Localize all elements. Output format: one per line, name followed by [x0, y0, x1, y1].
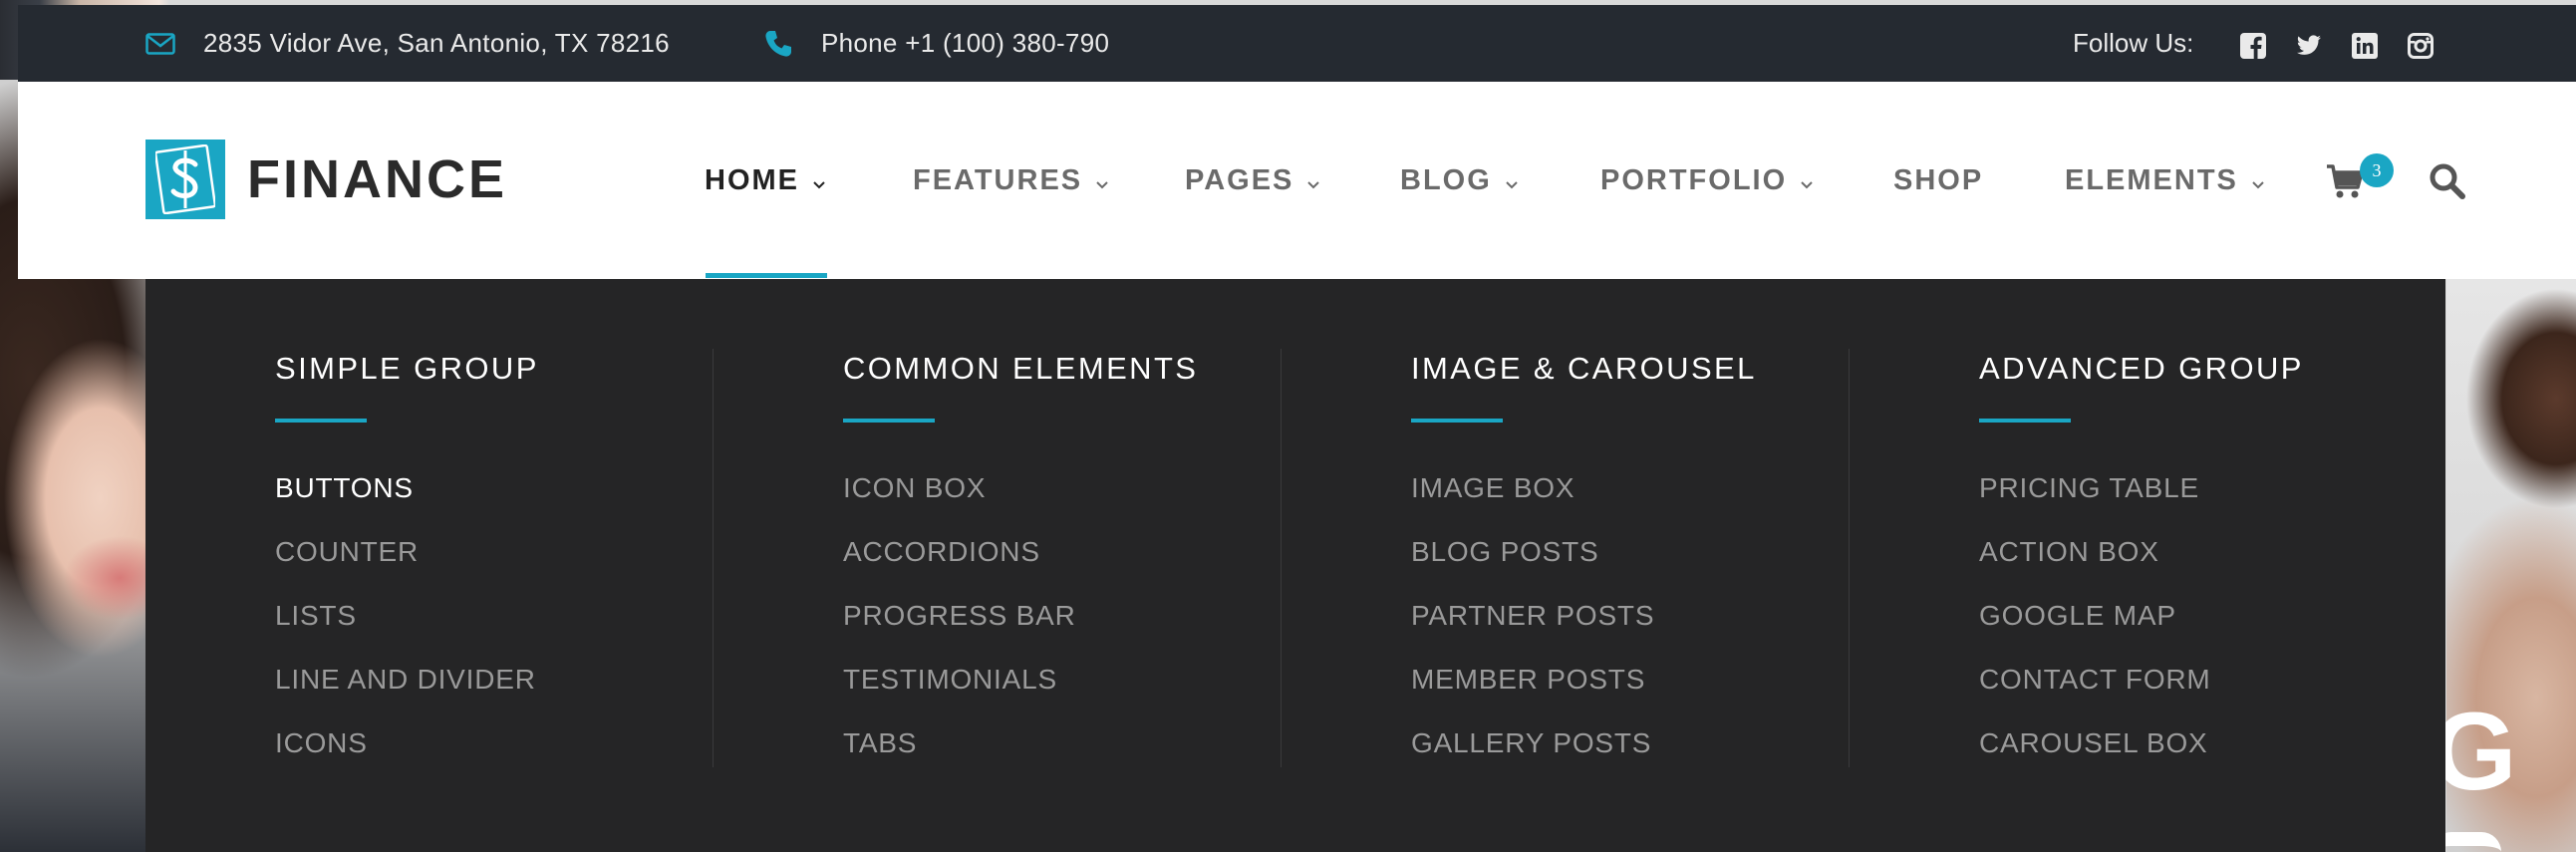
menu-item-contact-form[interactable]: CONTACT FORM — [1979, 648, 2211, 711]
nav-features-label: FEATURES — [913, 163, 1083, 196]
nav-pages-label: PAGES — [1185, 163, 1294, 196]
nav-elements[interactable]: ELEMENTS — [2065, 82, 2264, 279]
menu-item-tabs[interactable]: TABS — [843, 711, 1076, 775]
menu-item-line-and-divider[interactable]: LINE AND DIVIDER — [275, 648, 536, 711]
menu-item-gallery-posts[interactable]: GALLERY POSTS — [1411, 711, 1654, 775]
menu-item-counter[interactable]: COUNTER — [275, 520, 536, 584]
logo-mark[interactable] — [145, 140, 225, 219]
nav-home[interactable]: HOME — [705, 82, 825, 279]
nav-pages[interactable]: PAGES — [1185, 82, 1320, 279]
menu-item-lists[interactable]: LISTS — [275, 584, 536, 648]
envelope-icon — [145, 32, 175, 55]
nav-shop[interactable]: SHOP — [1893, 82, 1983, 279]
chevron-down-icon — [813, 164, 825, 197]
nav-elements-label: ELEMENTS — [2065, 163, 2238, 196]
chevron-down-icon — [2252, 164, 2264, 197]
menu-item-accordions[interactable]: ACCORDIONS — [843, 520, 1076, 584]
nav-portfolio-label: PORTFOLIO — [1600, 163, 1788, 196]
menu-column-title: IMAGE & CAROUSEL — [1411, 351, 1757, 386]
top-bar: 2835 Vidor Ave, San Antonio, TX 78216 Ph… — [18, 5, 2576, 82]
chevron-down-icon — [1801, 164, 1813, 197]
menu-item-testimonials[interactable]: TESTIMONIALS — [843, 648, 1076, 711]
instagram-icon[interactable] — [2408, 33, 2433, 59]
phone-text: Phone +1 (100) 380-790 — [821, 28, 1110, 58]
menu-item-blog-posts[interactable]: BLOG POSTS — [1411, 520, 1654, 584]
nav-shop-label: SHOP — [1893, 163, 1984, 196]
menu-item-icons[interactable]: ICONS — [275, 711, 536, 775]
nav-blog-label: BLOG — [1400, 163, 1492, 196]
menu-item-progress-bar[interactable]: PROGRESS BAR — [843, 584, 1076, 648]
menu-column-list: BUTTONS COUNTER LISTS LINE AND DIVIDER I… — [275, 456, 536, 775]
address-contact: 2835 Vidor Ave, San Antonio, TX 78216 — [145, 5, 670, 82]
menu-column-divider — [713, 349, 714, 767]
menu-item-action-box[interactable]: ACTION BOX — [1979, 520, 2211, 584]
menu-item-member-posts[interactable]: MEMBER POSTS — [1411, 648, 1654, 711]
nav-blog[interactable]: BLOG — [1400, 82, 1518, 279]
menu-column-title: SIMPLE GROUP — [275, 351, 539, 386]
menu-column-underline — [843, 419, 935, 423]
menu-column-underline — [1979, 419, 2071, 423]
linkedin-icon[interactable] — [2352, 33, 2378, 59]
menu-item-image-box[interactable]: IMAGE BOX — [1411, 456, 1654, 520]
address-text: 2835 Vidor Ave, San Antonio, TX 78216 — [203, 28, 670, 58]
menu-item-google-map[interactable]: GOOGLE MAP — [1979, 584, 2211, 648]
phone-icon — [763, 29, 793, 59]
menu-column-common-elements: COMMON ELEMENTS ICON BOX ACCORDIONS PROG… — [843, 349, 1411, 767]
menu-column-advanced-group: ADVANCED GROUP PRICING TABLE ACTION BOX … — [1979, 349, 2547, 767]
menu-item-buttons[interactable]: BUTTONS — [275, 456, 536, 520]
menu-item-icon-box[interactable]: ICON BOX — [843, 456, 1076, 520]
facebook-icon[interactable] — [2240, 33, 2266, 59]
menu-column-divider — [1281, 349, 1282, 767]
menu-column-list: ICON BOX ACCORDIONS PROGRESS BAR TESTIMO… — [843, 456, 1076, 775]
menu-column-underline — [275, 419, 367, 423]
menu-column-list: PRICING TABLE ACTION BOX GOOGLE MAP CONT… — [1979, 456, 2211, 775]
nav-home-label: HOME — [705, 163, 799, 196]
follow-us-label: Follow Us: — [2073, 28, 2194, 58]
menu-column-list: IMAGE BOX BLOG POSTS PARTNER POSTS MEMBE… — [1411, 456, 1654, 775]
search-button[interactable] — [2428, 161, 2467, 201]
search-icon — [2430, 163, 2465, 199]
menu-column-simple-group: SIMPLE GROUP BUTTONS COUNTER LISTS LINE … — [275, 349, 843, 767]
menu-item-partner-posts[interactable]: PARTNER POSTS — [1411, 584, 1654, 648]
logo-text[interactable]: FINANCE — [247, 149, 507, 209]
menu-column-underline — [1411, 419, 1503, 423]
menu-column-image-carousel: IMAGE & CAROUSEL IMAGE BOX BLOG POSTS PA… — [1411, 349, 1979, 767]
menu-column-title: COMMON ELEMENTS — [843, 351, 1199, 386]
dollar-icon — [155, 144, 215, 214]
nav-portfolio[interactable]: PORTFOLIO — [1600, 82, 1813, 279]
menu-item-carousel-box[interactable]: CAROUSEL BOX — [1979, 711, 2211, 775]
nav-features[interactable]: FEATURES — [913, 82, 1108, 279]
site-header: FINANCE HOME FEATURES PAGES BLOG PORTFOL… — [18, 82, 2576, 279]
chevron-down-icon — [1307, 164, 1320, 197]
chevron-down-icon — [1096, 164, 1108, 197]
cart-count-badge: 3 — [2360, 153, 2394, 187]
menu-item-pricing-table[interactable]: PRICING TABLE — [1979, 456, 2211, 520]
phone-contact: Phone +1 (100) 380-790 — [763, 5, 1109, 82]
mega-menu-dropdown: SIMPLE GROUP BUTTONS COUNTER LISTS LINE … — [145, 279, 2445, 852]
twitter-icon[interactable] — [2296, 33, 2322, 59]
chevron-down-icon — [1506, 164, 1518, 197]
menu-column-title: ADVANCED GROUP — [1979, 351, 2304, 386]
menu-column-divider — [1849, 349, 1850, 767]
active-nav-indicator — [706, 273, 827, 278]
